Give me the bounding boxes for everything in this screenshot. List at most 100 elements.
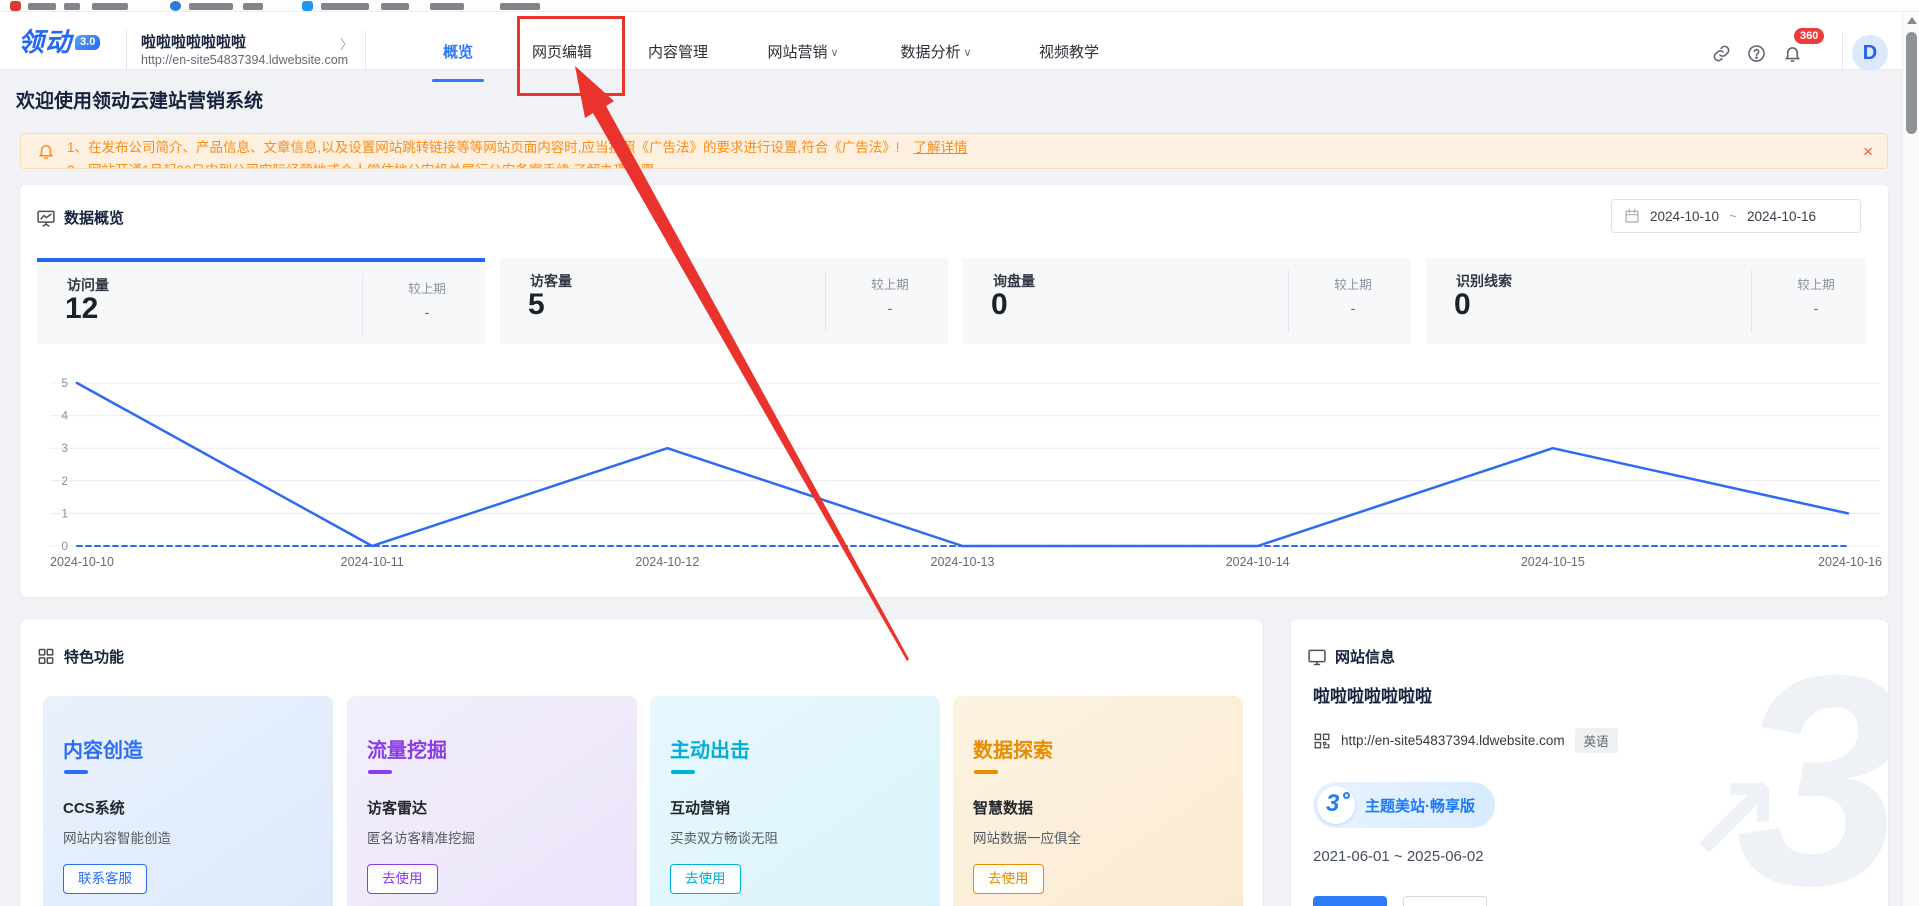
contact-support-button[interactable]: 联系客服 [63, 864, 147, 894]
go-use-button[interactable]: 去使用 [973, 864, 1044, 894]
bookmark-label-fragment[interactable] [500, 3, 540, 10]
svg-text:5: 5 [61, 376, 68, 390]
site-validity-period: 2021-06-01 ~ 2025-06-02 [1313, 848, 1484, 865]
banner-line-2: 2、网站开通1月起30日内到公司实际经营地或个人常住地公安机关履行公安备案手续,… [67, 162, 1827, 169]
site-name: 啦啦啦啦啦啦啦 [1313, 682, 1432, 707]
banner-text-scroller: 1、在发布公司简介、产品信息、文章信息,以及设置网站跳转链接等等网站页面内容时,… [67, 139, 1827, 169]
featured-functions-card: 特色功能 内容创造 CCS系统 网站内容智能创造 联系客服 流量挖掘 访客雷达 … [20, 620, 1262, 906]
accent-dash [64, 770, 88, 774]
bookmark-label-fragment[interactable] [28, 3, 56, 10]
svg-text:2024-10-12: 2024-10-12 [635, 555, 699, 569]
site-primary-button[interactable] [1313, 896, 1387, 906]
site-info-header: 网站信息 [1307, 646, 1395, 667]
bell-icon[interactable] [1783, 44, 1802, 63]
plan-logo-icon: 3 [1317, 786, 1355, 824]
watermark-logo: 3↗ [1736, 630, 1888, 906]
section-title: 特色功能 [64, 646, 124, 667]
feature-card-content-creation[interactable]: 内容创造 CCS系统 网站内容智能创造 联系客服 [43, 696, 333, 906]
close-icon[interactable]: × [1863, 143, 1873, 161]
user-avatar[interactable]: D [1852, 35, 1888, 71]
visits-line-chart: 0 1 2 3 4 5 2024-10-10 2024-10-11 2024-10-12 2024… [20, 360, 1888, 575]
scrollbar-thumb[interactable] [1906, 32, 1917, 134]
svg-text:2: 2 [61, 474, 68, 488]
site-secondary-button[interactable] [1403, 896, 1487, 906]
bookmark-favicon[interactable] [302, 1, 313, 11]
grid-icon [36, 647, 56, 667]
site-url-row: http://en-site54837394.ldwebsite.com 英语 [1313, 728, 1618, 753]
banner-detail-link[interactable]: 了解详情 [914, 140, 968, 155]
tab-overview[interactable]: 概览 [430, 24, 486, 82]
tab-data-analysis[interactable]: 数据分析∨ [897, 24, 975, 82]
chevron-right-icon[interactable]: 〉 [340, 34, 353, 53]
bookmark-label-fragment[interactable] [92, 3, 128, 10]
bookmark-label-fragment[interactable] [243, 3, 263, 10]
notification-count-badge[interactable]: 360 [1794, 28, 1824, 44]
calendar-icon [1624, 208, 1640, 224]
feature-card-traffic-mining[interactable]: 流量挖掘 访客雷达 匿名访客精准挖掘 去使用 [347, 696, 637, 906]
top-navigation-bar: 领动 3.0 啦啦啦啦啦啦啦 〉 http://en-site54837394.… [0, 12, 1919, 70]
banner-line-1: 1、在发布公司简介、产品信息、文章信息,以及设置网站跳转链接等等网站页面内容时,… [67, 139, 1827, 157]
divider [1842, 32, 1843, 72]
site-url-text: http://en-site54837394.ldwebsite.com [141, 53, 348, 67]
svg-text:2024-10-16: 2024-10-16 [1818, 555, 1882, 569]
banner-bell-icon [37, 142, 55, 160]
accent-dash [974, 770, 998, 774]
app-logo[interactable]: 领动 3.0 [18, 26, 100, 56]
tab-content-management[interactable]: 内容管理 [646, 24, 710, 82]
bookmark-label-fragment[interactable] [430, 3, 464, 10]
tab-page-editor[interactable]: 网页编辑 [530, 24, 594, 82]
section-title: 数据概览 [64, 207, 124, 228]
logo-version-badge: 3.0 [75, 35, 100, 50]
tab-video-tutorials[interactable]: 视频教学 [1037, 24, 1101, 82]
notice-banner: 1、在发布公司简介、产品信息、文章信息,以及设置网站跳转链接等等网站页面内容时,… [20, 133, 1888, 169]
svg-text:0: 0 [61, 539, 68, 553]
feature-card-data-exploration[interactable]: 数据探索 智慧数据 网站数据一应俱全 去使用 [953, 696, 1243, 906]
divider [365, 30, 366, 76]
accent-dash [671, 770, 695, 774]
data-overview-header: 数据概览 [36, 207, 124, 228]
browser-scrollbar[interactable] [1902, 12, 1919, 906]
bookmark-label-fragment[interactable] [64, 3, 80, 10]
stat-card-visitors[interactable]: 访客量 5 较上期 - [500, 258, 948, 344]
date-end: 2024-10-16 [1747, 209, 1816, 224]
bookmark-label-fragment[interactable] [381, 3, 409, 10]
bookmark-label-fragment[interactable] [321, 3, 369, 10]
scroll-up-arrow[interactable] [1907, 17, 1917, 24]
active-tab-indicator [432, 79, 484, 82]
divider [126, 30, 127, 76]
language-tag: 英语 [1575, 728, 1618, 753]
svg-text:2024-10-14: 2024-10-14 [1226, 555, 1290, 569]
stat-card-visits[interactable]: 访问量 12 较上期 - [37, 258, 485, 344]
help-icon[interactable] [1747, 44, 1766, 63]
go-use-button[interactable]: 去使用 [367, 864, 438, 894]
bookmark-favicon[interactable] [10, 1, 21, 11]
svg-text:1: 1 [61, 506, 68, 520]
qr-code-icon[interactable] [1313, 732, 1331, 750]
logo-text: 领动 [18, 28, 72, 56]
site-url[interactable]: http://en-site54837394.ldwebsite.com [1341, 733, 1565, 748]
plan-badge[interactable]: 3 主题美站·畅享版 [1313, 782, 1495, 828]
link-icon[interactable] [1712, 44, 1731, 63]
feature-card-active-outreach[interactable]: 主动出击 互动营销 买卖双方畅谈无阻 去使用 [650, 696, 940, 906]
stat-card-inquiries[interactable]: 询盘量 0 较上期 - [963, 258, 1411, 344]
chevron-down-icon: ∨ [963, 24, 971, 82]
stat-card-leads[interactable]: 识别线索 0 较上期 - [1426, 258, 1866, 344]
site-info-card: 3↗ 网站信息 啦啦啦啦啦啦啦 http://en-site54837394.l… [1291, 620, 1888, 906]
accent-dash [368, 770, 392, 774]
date-start: 2024-10-10 [1650, 209, 1719, 224]
bookmark-favicon[interactable] [170, 1, 181, 11]
date-range-picker[interactable]: 2024-10-10 ~ 2024-10-16 [1611, 199, 1861, 233]
svg-text:2024-10-15: 2024-10-15 [1521, 555, 1585, 569]
section-title: 网站信息 [1335, 646, 1395, 667]
svg-text:2024-10-11: 2024-10-11 [341, 555, 404, 569]
tab-site-marketing[interactable]: 网站营销∨ [764, 24, 842, 82]
features-header: 特色功能 [36, 646, 124, 667]
svg-text:3: 3 [61, 441, 68, 455]
go-use-button[interactable]: 去使用 [670, 864, 741, 894]
chevron-down-icon: ∨ [830, 24, 838, 82]
site-switcher-name[interactable]: 啦啦啦啦啦啦啦 [141, 31, 246, 52]
svg-text:2024-10-10: 2024-10-10 [50, 555, 114, 569]
bookmark-label-fragment[interactable] [189, 3, 233, 10]
svg-text:4: 4 [61, 409, 68, 423]
svg-text:2024-10-13: 2024-10-13 [931, 555, 995, 569]
